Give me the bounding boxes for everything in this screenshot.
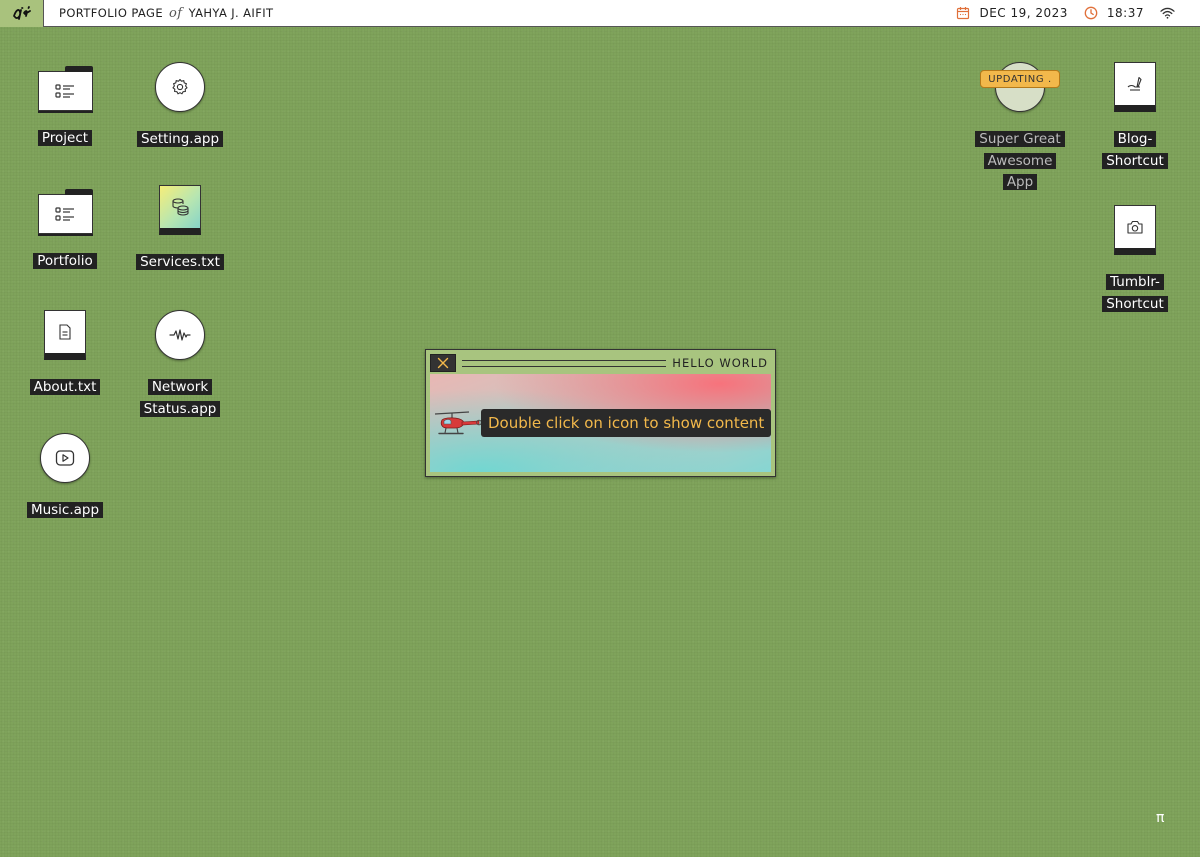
date-display[interactable]: DEC 19, 2023 [956, 6, 1067, 20]
title-of: of [169, 5, 183, 21]
database-icon [159, 185, 201, 235]
window-content: Double click on icon to show content [430, 374, 772, 472]
desktop-icon-about[interactable]: About.txt [15, 302, 115, 398]
icon-label: Setting.app [136, 131, 224, 147]
time-text: 18:37 [1106, 6, 1144, 20]
status-area: DEC 19, 2023 18:37 [940, 6, 1184, 20]
window-titlebar[interactable]: HELLO WORLD [430, 353, 771, 373]
desktop-icon-tumblr-shortcut[interactable]: Tumblr- Shortcut [1085, 197, 1185, 314]
icon-label-line1: Network [147, 379, 213, 395]
time-display[interactable]: 18:37 [1084, 6, 1144, 20]
close-button[interactable] [430, 354, 456, 372]
icon-label: Services.txt [136, 254, 224, 270]
window-title: HELLO WORLD [672, 356, 768, 370]
icon-label-line2: Awesome [983, 152, 1057, 169]
icon-label-line1: Super Great [975, 131, 1065, 147]
icon-label-line1: Blog- [1113, 131, 1157, 147]
wifi-icon[interactable] [1160, 7, 1184, 19]
helicopter-icon [434, 411, 481, 435]
desktop-icon-network-status[interactable]: Network Status.app [130, 302, 230, 419]
gear-icon [155, 62, 205, 112]
title-name: YAHYA J. AIFIT [188, 5, 274, 20]
icon-label-line2: Shortcut [1102, 152, 1168, 169]
clock-icon [1084, 6, 1098, 20]
play-icon [40, 433, 90, 483]
page-title: PORTFOLIO PAGE of YAHYA J. AIFIT [59, 6, 273, 21]
date-text: DEC 19, 2023 [979, 6, 1068, 20]
desktop-icon-services[interactable]: Services.txt [130, 177, 230, 273]
icon-label-line2: Status.app [139, 400, 221, 417]
desktop-icon-setting[interactable]: Setting.app [130, 54, 230, 150]
title-prefix: PORTFOLIO PAGE [59, 5, 163, 20]
desktop-icon-music[interactable]: Music.app [15, 425, 115, 521]
desktop-icon-super-great-awesome-app[interactable]: UPDATING . Super Great Awesome App [970, 54, 1070, 193]
updating-badge: UPDATING . [980, 70, 1060, 88]
menu-bar: PORTFOLIO PAGE of YAHYA J. AIFIT DEC 19,… [0, 0, 1200, 27]
titlebar-grip [462, 359, 667, 367]
folder-icon [37, 189, 93, 234]
pi-symbol[interactable]: π [1156, 810, 1164, 826]
camera-icon [1114, 205, 1156, 255]
desktop-icon-blog-shortcut[interactable]: Blog- Shortcut [1085, 54, 1185, 171]
icon-label: Project [37, 130, 93, 146]
icon-label-line1: Tumblr- [1106, 274, 1164, 290]
calendar-icon [957, 7, 970, 20]
desktop-icon-portfolio[interactable]: Portfolio [15, 177, 115, 272]
icon-label: About.txt [29, 379, 101, 395]
icon-label: Portfolio [33, 253, 97, 269]
hello-world-window[interactable]: HELLO WORLD Double click on icon to show… [425, 349, 776, 477]
icon-label-line3: App [1002, 174, 1038, 190]
desktop-icon-project[interactable]: Project [15, 54, 115, 149]
close-icon [437, 357, 449, 369]
hint-message: Double click on icon to show content [481, 409, 772, 437]
folder-icon [37, 66, 93, 111]
signature-logo-icon[interactable] [0, 0, 44, 27]
activity-icon [155, 310, 205, 360]
icon-label-line2: Shortcut [1102, 295, 1168, 312]
pen-icon [1114, 62, 1156, 112]
icon-label: Music.app [26, 502, 104, 518]
document-icon [44, 310, 86, 360]
